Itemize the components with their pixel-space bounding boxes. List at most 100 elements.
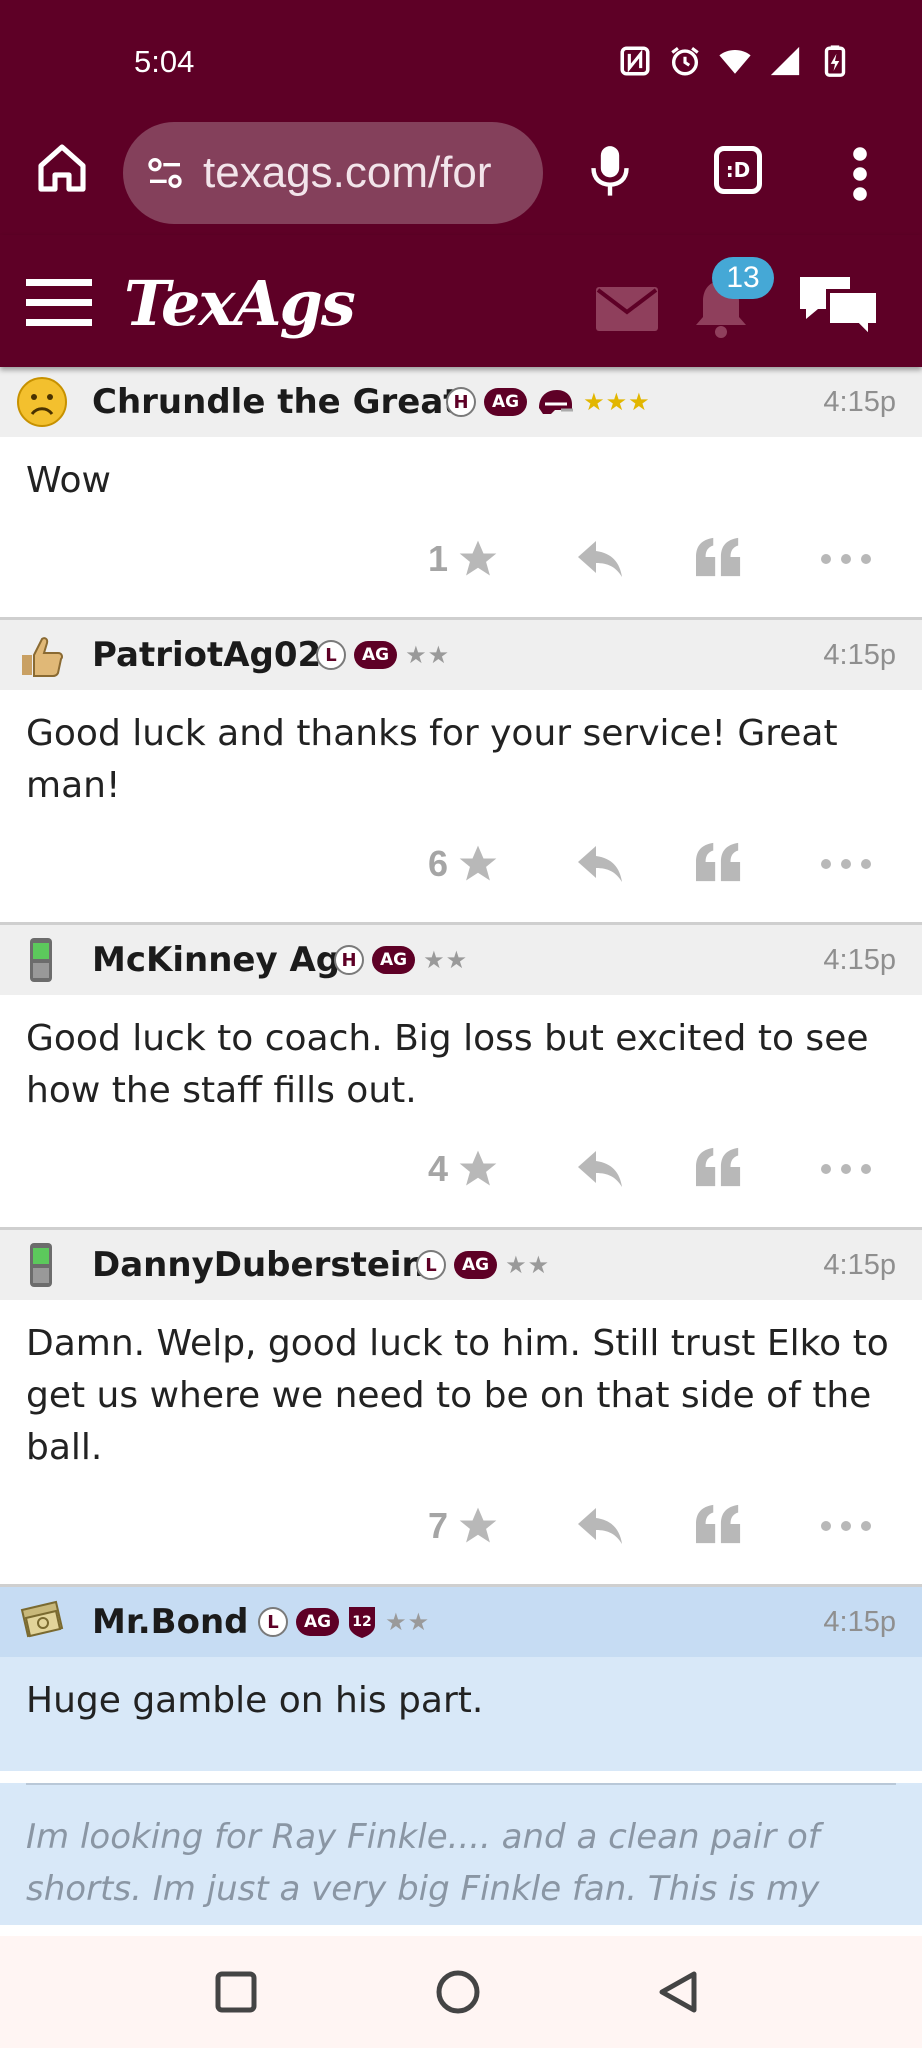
home-icon[interactable] bbox=[34, 140, 90, 196]
shield-number: 12 bbox=[352, 1614, 371, 1630]
status-bar: 5:04 bbox=[0, 0, 922, 110]
star-count: 6 bbox=[428, 843, 449, 884]
star-button[interactable]: 1 bbox=[428, 537, 500, 581]
badge-letter: L bbox=[416, 1250, 446, 1280]
star-icon bbox=[459, 1150, 497, 1186]
wifi-icon bbox=[719, 50, 751, 74]
username[interactable]: DannyDuberstein bbox=[92, 1245, 426, 1285]
phone-avatar-icon[interactable] bbox=[16, 1239, 68, 1291]
quote-button[interactable] bbox=[696, 1504, 742, 1544]
mail-icon[interactable] bbox=[596, 287, 658, 331]
post-header: McKinney Ag H AG ★★ 4:15p bbox=[0, 925, 922, 995]
star-icon bbox=[459, 845, 497, 881]
hamburger-menu-icon[interactable] bbox=[26, 279, 92, 327]
chat-icon[interactable] bbox=[796, 271, 882, 339]
username[interactable]: McKinney Ag bbox=[92, 940, 340, 980]
post-actions: 7 bbox=[0, 1484, 922, 1584]
sad-face-avatar-icon[interactable] bbox=[16, 376, 68, 428]
quote-icon bbox=[696, 842, 741, 882]
more-vert-icon[interactable] bbox=[848, 146, 872, 202]
quote-icon bbox=[696, 1147, 741, 1187]
post-body: Good luck and thanks for your service! G… bbox=[26, 713, 838, 806]
badge-ag: AG bbox=[372, 946, 416, 974]
star-button[interactable]: 4 bbox=[428, 1147, 500, 1191]
signal-icon bbox=[770, 46, 800, 76]
quote-icon bbox=[696, 537, 741, 577]
thread-feed: Chrundle the Great H AG ★★★ 4:15p Wow 1 bbox=[0, 367, 922, 1925]
badge-letter: H bbox=[446, 387, 476, 417]
battery-icon bbox=[824, 45, 846, 77]
reply-button[interactable] bbox=[576, 842, 624, 886]
more-horiz-icon bbox=[821, 1521, 871, 1531]
money-avatar-icon[interactable] bbox=[16, 1596, 68, 1648]
star-count: 7 bbox=[428, 1505, 449, 1546]
more-horiz-icon bbox=[821, 1164, 871, 1174]
site-logo[interactable]: TexAgs bbox=[124, 267, 356, 340]
recents-square-icon[interactable] bbox=[214, 1968, 258, 2016]
post-time: 4:15p bbox=[823, 1248, 896, 1281]
signature-container: Im looking for Ray Finkle.... and a clea… bbox=[0, 1783, 922, 1925]
username[interactable]: Chrundle the Great bbox=[92, 382, 460, 422]
post-time: 4:15p bbox=[823, 385, 896, 418]
status-time: 5:04 bbox=[134, 44, 195, 79]
more-horiz-icon bbox=[821, 554, 871, 564]
more-options-button[interactable] bbox=[820, 537, 872, 581]
site-settings-icon[interactable] bbox=[145, 153, 185, 193]
reply-button[interactable] bbox=[576, 537, 624, 581]
post-time: 4:15p bbox=[823, 943, 896, 976]
reply-button[interactable] bbox=[576, 1504, 624, 1548]
quote-icon bbox=[696, 1504, 741, 1544]
post-header: Chrundle the Great H AG ★★★ 4:15p bbox=[0, 367, 922, 437]
site-header: TexAgs 13 bbox=[0, 235, 922, 367]
reply-icon bbox=[578, 541, 622, 577]
phone-avatar-icon[interactable] bbox=[16, 934, 68, 986]
12th-man-shield-icon: 12 bbox=[349, 1607, 376, 1638]
badge-ag: AG bbox=[484, 388, 528, 416]
badge-ag: AG bbox=[354, 641, 398, 669]
post-body: Damn. Welp, good luck to him. Still trus… bbox=[26, 1323, 889, 1468]
rating-stars: ★★ bbox=[505, 1251, 551, 1279]
user-signature: Im looking for Ray Finkle.... and a clea… bbox=[26, 1783, 896, 1915]
more-options-button[interactable] bbox=[820, 842, 872, 886]
more-options-button[interactable] bbox=[820, 1147, 872, 1191]
post-time: 4:15p bbox=[823, 1605, 896, 1638]
quote-button[interactable] bbox=[696, 1147, 742, 1187]
back-triangle-icon[interactable] bbox=[656, 1968, 700, 2016]
star-count: 4 bbox=[428, 1148, 449, 1189]
reply-icon bbox=[578, 846, 622, 882]
reply-button[interactable] bbox=[576, 1147, 624, 1191]
url-text[interactable]: texags.com/for bbox=[203, 148, 492, 198]
star-icon bbox=[459, 1507, 497, 1543]
star-button[interactable]: 7 bbox=[428, 1504, 500, 1548]
more-horiz-icon bbox=[821, 859, 871, 869]
badge-letter: H bbox=[334, 945, 364, 975]
notification-count-badge[interactable]: 13 bbox=[712, 257, 774, 299]
post-body: Good luck to coach. Big loss but excited… bbox=[26, 1018, 869, 1111]
system-navigation-bar bbox=[0, 1936, 922, 2048]
more-options-button[interactable] bbox=[820, 1504, 872, 1548]
user-badges: H AG ★★ bbox=[334, 945, 468, 975]
post: PatriotAg02 L AG ★★ 4:15p Good luck and … bbox=[0, 620, 922, 925]
alarm-icon bbox=[671, 47, 699, 76]
address-bar[interactable]: texags.com/for bbox=[123, 122, 543, 224]
username[interactable]: Mr.Bond bbox=[92, 1602, 249, 1642]
post-header: DannyDuberstein L AG ★★ 4:15p bbox=[0, 1230, 922, 1300]
reply-icon bbox=[578, 1508, 622, 1544]
username[interactable]: PatriotAg02 bbox=[92, 635, 321, 675]
post-actions: 1 bbox=[0, 517, 922, 617]
post-time: 4:15p bbox=[823, 638, 896, 671]
post-body: Wow bbox=[26, 460, 111, 501]
microphone-icon[interactable] bbox=[588, 142, 632, 198]
rating-stars: ★★ bbox=[385, 1608, 431, 1636]
badge-ag: AG bbox=[454, 1251, 498, 1279]
tab-switcher-button[interactable]: :D bbox=[714, 146, 762, 194]
post-header: PatriotAg02 L AG ★★ 4:15p bbox=[0, 620, 922, 690]
rating-stars: ★★ bbox=[405, 641, 451, 669]
quote-button[interactable] bbox=[696, 537, 742, 577]
home-circle-icon[interactable] bbox=[434, 1968, 482, 2016]
thumbs-up-avatar-icon[interactable] bbox=[16, 629, 68, 681]
star-button[interactable]: 6 bbox=[428, 842, 500, 886]
badge-letter: L bbox=[258, 1607, 288, 1637]
quote-button[interactable] bbox=[696, 842, 742, 882]
post-actions: 4 bbox=[0, 1127, 922, 1227]
